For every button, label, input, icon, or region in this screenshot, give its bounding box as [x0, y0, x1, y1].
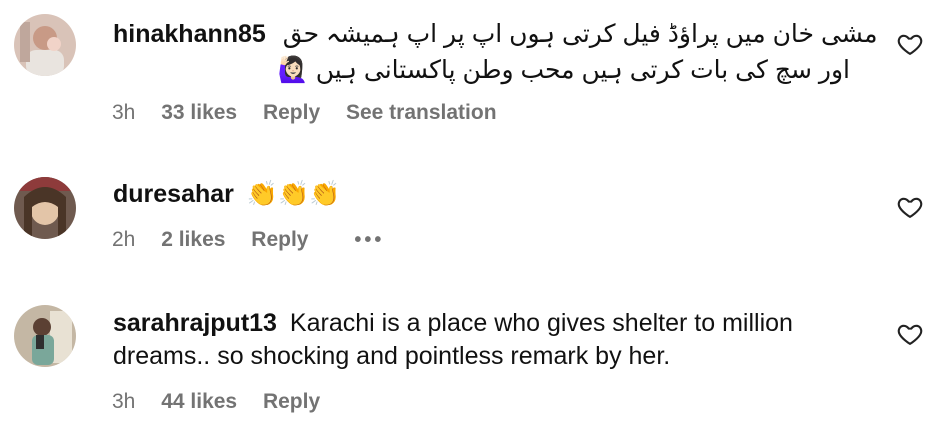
comment-body: hinakhann85 مشی خان میں پراؤڈ فیل کرتی ہ…	[113, 17, 877, 51]
username[interactable]: duresahar	[113, 180, 234, 208]
heart-outline-icon[interactable]	[896, 30, 924, 58]
comment-item: duresahar 👏👏👏 2h 2 likes Reply •••	[0, 160, 930, 280]
avatar[interactable]	[14, 305, 76, 367]
username[interactable]: hinakhann85	[113, 20, 266, 48]
reply-button[interactable]: Reply	[263, 390, 320, 414]
likes-count[interactable]: 44 likes	[161, 390, 237, 414]
avatar-image	[14, 14, 76, 76]
see-translation-button[interactable]: See translation	[346, 101, 497, 125]
avatar[interactable]	[14, 14, 76, 76]
timestamp: 3h	[112, 101, 136, 124]
heart-outline-icon[interactable]	[896, 193, 924, 221]
comment-item: sarahrajput13 Karachi is a place who giv…	[0, 290, 930, 446]
reply-button[interactable]: Reply	[251, 228, 308, 252]
reply-button[interactable]: Reply	[263, 101, 320, 125]
comment-body: duresahar 👏👏👏	[113, 177, 340, 211]
avatar-image	[14, 305, 76, 367]
timestamp: 3h	[112, 390, 136, 413]
heart-outline-icon[interactable]	[896, 320, 924, 348]
comment-text-line2: اور سچ کی بات کرتی ہیں محب وطن پاکستانی …	[277, 56, 850, 84]
comment-meta: 3h 33 likes Reply See translation	[112, 101, 517, 125]
comment-meta: 2h 2 likes Reply •••	[112, 228, 404, 252]
comment-meta: 3h 44 likes Reply	[112, 390, 340, 414]
likes-count[interactable]: 2 likes	[161, 228, 225, 252]
username[interactable]: sarahrajput13	[113, 309, 277, 337]
more-options-icon[interactable]: •••	[354, 229, 384, 252]
comment-text: Karachi is a place who gives shelter to …	[289, 309, 793, 337]
avatar-image	[14, 177, 76, 239]
comment-text-line2: dreams.. so shocking and pointless remar…	[113, 342, 671, 370]
likes-count[interactable]: 33 likes	[161, 101, 237, 125]
comment-text: 👏👏👏	[246, 180, 341, 208]
comment-item: hinakhann85 مشی خان میں پراؤڈ فیل کرتی ہ…	[0, 0, 930, 150]
avatar[interactable]	[14, 177, 76, 239]
comment-text: مشی خان میں پراؤڈ فیل کرتی ہوں اپ پر اپ …	[282, 20, 878, 48]
comment-body: sarahrajput13 Karachi is a place who giv…	[113, 306, 793, 340]
timestamp: 2h	[112, 228, 136, 251]
